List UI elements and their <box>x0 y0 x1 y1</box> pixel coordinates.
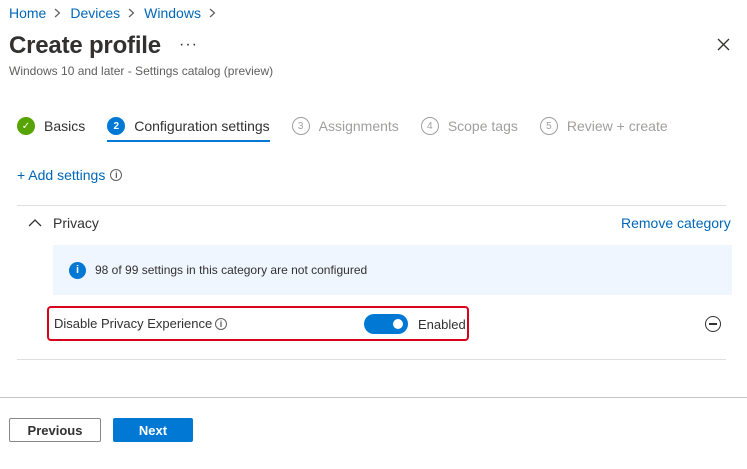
step-number: 5 <box>539 117 558 135</box>
step-label: Scope tags <box>447 118 518 134</box>
step-scope-tags[interactable]: 4 Scope tags <box>420 115 518 137</box>
info-icon[interactable]: i <box>110 169 123 181</box>
step-number: 2 <box>107 117 126 135</box>
step-configuration-settings[interactable]: 2 Configuration settings <box>107 115 271 142</box>
info-icon[interactable]: i <box>215 318 227 330</box>
remove-setting-icon[interactable] <box>705 316 721 332</box>
previous-button[interactable]: Previous <box>9 418 101 442</box>
breadcrumb-devices[interactable]: Devices <box>70 5 120 21</box>
step-label: Assignments <box>318 118 399 134</box>
step-number: 4 <box>420 117 439 135</box>
setting-name: Disable Privacy Experience <box>54 316 213 331</box>
chevron-up-icon <box>28 219 42 227</box>
info-banner-text: 98 of 99 settings in this category are n… <box>95 263 368 277</box>
info-banner: i 98 of 99 settings in this category are… <box>53 245 732 295</box>
step-number: 3 <box>291 117 310 135</box>
next-button[interactable]: Next <box>113 418 193 442</box>
page-subtitle: Windows 10 and later - Settings catalog … <box>9 64 274 78</box>
toggle-knob <box>393 319 403 329</box>
divider <box>17 359 726 360</box>
step-basics[interactable]: ✓ Basics <box>17 115 85 137</box>
add-settings-label: + Add settings <box>17 167 106 183</box>
step-assignments[interactable]: 3 Assignments <box>291 115 399 137</box>
divider <box>17 205 726 206</box>
add-settings-link[interactable]: + Add settings i <box>17 167 123 183</box>
close-icon[interactable] <box>714 34 734 56</box>
wizard-steps: ✓ Basics 2 Configuration settings 3 Assi… <box>17 115 690 145</box>
step-label: Configuration settings <box>134 118 270 134</box>
chevron-right-icon <box>209 5 216 21</box>
setting-toggle[interactable] <box>364 314 408 334</box>
more-options-icon[interactable]: ··· <box>179 36 198 54</box>
footer-divider <box>0 397 747 398</box>
breadcrumb: Home Devices Windows <box>9 5 225 21</box>
category-toggle[interactable]: Privacy <box>28 215 99 231</box>
setting-row-disable-privacy-experience: Disable Privacy Experience i Enabled <box>47 306 469 341</box>
chevron-right-icon <box>54 5 61 21</box>
breadcrumb-windows[interactable]: Windows <box>144 5 201 21</box>
breadcrumb-home[interactable]: Home <box>9 5 46 21</box>
page-title: Create profile <box>9 32 161 59</box>
category-name: Privacy <box>53 215 99 231</box>
step-label: Review + create <box>566 118 668 134</box>
remove-category-link[interactable]: Remove category <box>621 215 731 231</box>
checkmark-icon: ✓ <box>17 117 35 135</box>
chevron-right-icon <box>128 5 135 21</box>
step-label: Basics <box>44 118 86 134</box>
info-icon: i <box>69 261 86 279</box>
step-review-create[interactable]: 5 Review + create <box>539 115 668 137</box>
toggle-state-label: Enabled <box>418 317 466 332</box>
